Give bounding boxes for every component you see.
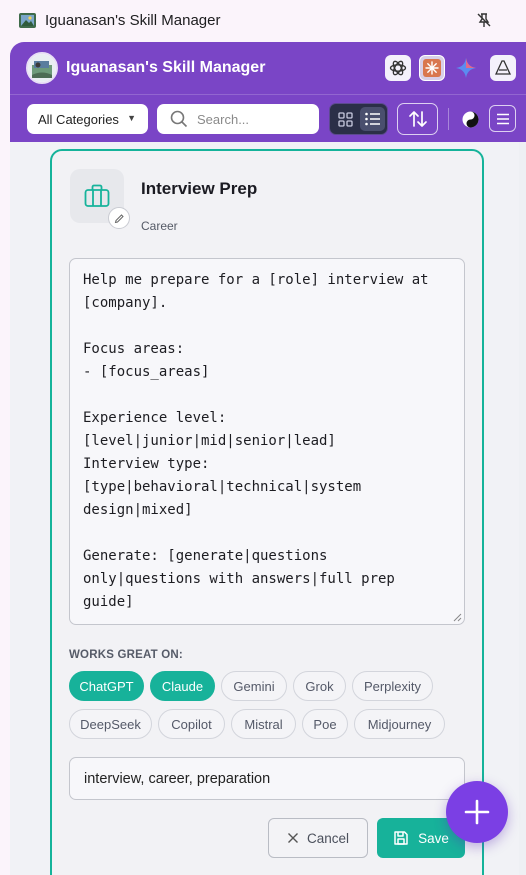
prompt-textarea[interactable]: Help me prepare for a [role] interview a…: [69, 258, 465, 625]
theme-toggle-icon[interactable]: [462, 111, 479, 128]
works-great-on-label: WORKS GREAT ON:: [69, 649, 183, 661]
cancel-label: Cancel: [306, 830, 350, 846]
tags-value: interview, career, preparation: [84, 770, 271, 787]
save-disk-icon: [394, 831, 408, 845]
search-input[interactable]: Search...: [157, 104, 319, 134]
gemini-icon[interactable]: [453, 55, 479, 81]
chip-midjourney[interactable]: Midjourney: [354, 709, 445, 739]
chip-poe[interactable]: Poe: [302, 709, 348, 739]
window-titlebar: Iguanasan's Skill Manager: [0, 0, 526, 42]
chip-mistral[interactable]: Mistral: [231, 709, 296, 739]
chip-perplexity[interactable]: Perplexity: [352, 671, 433, 701]
hamburger-icon: [496, 113, 509, 124]
chip-claude[interactable]: Claude: [150, 671, 215, 701]
add-skill-button[interactable]: [446, 781, 508, 843]
unpin-icon[interactable]: [476, 12, 492, 28]
grid-view-button[interactable]: [333, 107, 358, 131]
app-logo: [26, 52, 58, 84]
window-title: Iguanasan's Skill Manager: [45, 12, 221, 29]
claude-icon[interactable]: [419, 55, 445, 81]
chip-gemini[interactable]: Gemini: [221, 671, 287, 701]
resize-handle-icon[interactable]: [452, 612, 462, 622]
sort-button[interactable]: [397, 103, 438, 135]
search-icon: [170, 110, 188, 128]
skill-title[interactable]: Interview Prep: [141, 179, 257, 199]
skill-edit-card: Interview Prep Career Help me prepare fo…: [50, 149, 484, 875]
grid-icon: [338, 111, 353, 127]
category-select[interactable]: All Categories ▼: [27, 104, 148, 134]
edit-icon-button[interactable]: [108, 207, 130, 229]
save-label: Save: [418, 830, 449, 846]
app-icon: [19, 13, 36, 28]
menu-button[interactable]: [489, 105, 516, 132]
toolbar-separator: [448, 108, 449, 130]
cancel-button[interactable]: Cancel: [268, 818, 368, 858]
extra-ai-icon[interactable]: [490, 55, 516, 81]
search-placeholder: Search...: [197, 112, 250, 127]
list-view-button[interactable]: [360, 107, 385, 131]
scrollbar[interactable]: [519, 142, 526, 875]
chip-deepseek[interactable]: DeepSeek: [69, 709, 152, 739]
openai-icon[interactable]: [385, 55, 411, 81]
skill-manager-panel: Iguanasan's Skill Manager All Categories…: [10, 42, 526, 875]
skill-category[interactable]: Career: [141, 219, 178, 233]
close-icon: [287, 833, 298, 843]
chevron-down-icon: ▼: [127, 113, 136, 123]
plus-icon: [464, 799, 490, 825]
sort-arrows-icon: [408, 111, 427, 127]
header-divider: [10, 94, 526, 95]
view-toggle: [329, 103, 388, 135]
category-select-value: All Categories: [38, 111, 119, 127]
tags-input[interactable]: interview, career, preparation: [69, 757, 465, 800]
app-name: Iguanasan's Skill Manager: [66, 59, 266, 76]
list-icon: [364, 112, 380, 126]
chip-chatgpt[interactable]: ChatGPT: [69, 671, 144, 701]
app-header: Iguanasan's Skill Manager All Categories…: [10, 42, 526, 142]
chip-copilot[interactable]: Copilot: [158, 709, 225, 739]
chip-grok[interactable]: Grok: [293, 671, 346, 701]
briefcase-icon: [84, 184, 110, 207]
pencil-icon: [114, 213, 124, 223]
